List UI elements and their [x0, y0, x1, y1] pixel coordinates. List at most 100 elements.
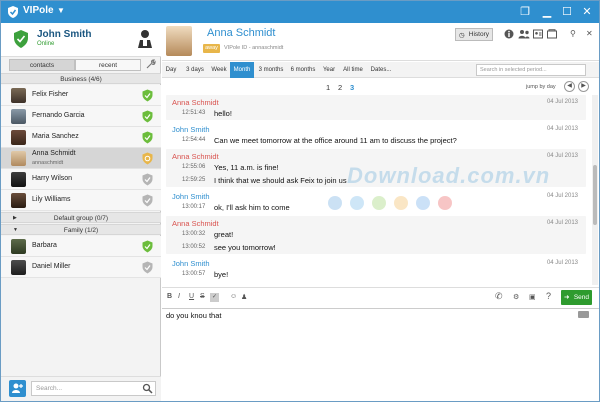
contact-maria-sanchez[interactable]: Maria Sanchez	[1, 127, 161, 148]
watermark-dot	[350, 196, 364, 210]
info-icon[interactable]	[504, 29, 514, 39]
contact-search-input[interactable]: Search...	[31, 381, 156, 396]
period-3-days[interactable]: 3 days	[182, 62, 208, 78]
contact-name: Lily Williams	[32, 196, 71, 203]
message-text[interactable]: ok, I'll ask him to come	[214, 203, 290, 212]
send-button[interactable]: ➜ Send	[561, 290, 592, 305]
page-2[interactable]: 2	[338, 83, 342, 92]
period-dates[interactable]: Dates...	[368, 62, 394, 78]
add-contact-icon	[12, 383, 23, 393]
message-text[interactable]: I think that we should ask Feix to join …	[214, 176, 347, 185]
message-date: 04 Jul 2013	[546, 126, 578, 132]
period-6-months[interactable]: 6 months	[288, 62, 318, 78]
contact-barbara[interactable]: Barbara	[1, 236, 161, 257]
contact-share-icon[interactable]: ♟	[241, 293, 247, 301]
keyboard-icon[interactable]	[578, 311, 589, 318]
next-day-icon[interactable]: ▶	[578, 81, 589, 92]
avatar	[11, 239, 26, 254]
my-profile[interactable]: John Smith Online	[1, 23, 161, 57]
group-business[interactable]: Business (4/6)	[1, 73, 161, 84]
file-transfer-icon[interactable]	[547, 29, 557, 39]
app-menu-chevron-icon[interactable]: ▼	[57, 6, 65, 15]
period-day[interactable]: Day	[162, 62, 180, 78]
settings-wrench-icon[interactable]	[146, 59, 156, 69]
prev-day-icon[interactable]: ◀	[564, 81, 575, 92]
group-default[interactable]: ▶ Default group (0/7)	[1, 212, 161, 223]
scrollbar-thumb[interactable]	[593, 165, 597, 225]
message-input[interactable]: do you knou that	[162, 308, 599, 401]
history-button[interactable]: ◷ History	[455, 28, 493, 41]
contact-avatar[interactable]	[166, 26, 192, 56]
contact-felix-fisher[interactable]: Felix Fisher	[1, 85, 161, 106]
message-text[interactable]: great!	[214, 230, 233, 239]
message-date: 04 Jul 2013	[546, 193, 578, 199]
message-time: 12:55:06	[182, 164, 206, 170]
avatar	[11, 260, 26, 275]
close-icon[interactable]: ✕	[579, 4, 595, 20]
group-chat-icon[interactable]	[518, 29, 530, 39]
my-status: Online	[37, 41, 55, 47]
period-week[interactable]: Week	[210, 62, 228, 78]
contact-card-icon[interactable]	[533, 29, 543, 39]
help-icon[interactable]: ?	[546, 291, 551, 301]
send-arrow-icon: ➜	[564, 294, 570, 301]
tab-recent[interactable]: recent	[75, 59, 141, 71]
message-group: Anna Schmidt 04 Jul 2013 13:00:32 great!…	[166, 216, 586, 254]
close-chat-icon[interactable]: ✕	[586, 29, 593, 38]
page-3[interactable]: 3	[350, 83, 354, 92]
page-1[interactable]: 1	[326, 83, 330, 92]
italic-button[interactable]: I	[178, 293, 180, 300]
file-transfer-toolbar-icon[interactable]: ⚙	[513, 293, 519, 301]
vipole-id: VIPole ID - annaschmidt	[224, 45, 284, 51]
contact-daniel-miller[interactable]: Daniel Miller	[1, 257, 161, 278]
offline-shield-icon	[142, 194, 153, 207]
period-month[interactable]: Month	[230, 62, 254, 78]
message-text[interactable]: Can we meet tomorrow at the office aroun…	[214, 136, 457, 145]
add-contact-button[interactable]	[9, 380, 26, 397]
period-3-months[interactable]: 3 months	[256, 62, 286, 78]
pin-icon[interactable]: ⚲	[570, 29, 576, 38]
search-icon[interactable]	[142, 383, 153, 394]
jump-by-day-label: jump by day	[526, 84, 556, 90]
contact-anna-schmidt[interactable]: Anna Schmidt annaschmidt	[1, 148, 161, 169]
chat-header: Anna Schmidt away VIPole ID - annaschmid…	[162, 23, 599, 61]
chat-scrollbar[interactable]	[592, 95, 598, 285]
contacts-panel: John Smith Online contacts recent Busine…	[1, 23, 161, 401]
period-year[interactable]: Year	[320, 62, 338, 78]
group-family[interactable]: ▼ Family (1/2)	[1, 224, 161, 235]
message-text[interactable]: hello!	[214, 109, 232, 118]
contact-harry-wilson[interactable]: Harry Wilson	[1, 169, 161, 190]
message-group: Anna Schmidt 04 Jul 2013 12:51:43 hello!	[166, 95, 586, 120]
message-text[interactable]: bye!	[214, 270, 228, 279]
message-date: 04 Jul 2013	[546, 99, 578, 105]
app-title[interactable]: VIPole	[23, 5, 54, 16]
spellcheck-icon[interactable]: ✓	[210, 293, 219, 302]
contacts-footer: Search...	[1, 376, 161, 401]
message-time: 12:54:44	[182, 137, 206, 143]
tab-contacts[interactable]: contacts	[9, 59, 75, 71]
avatar	[11, 109, 26, 124]
call-icon[interactable]: ✆	[495, 291, 503, 302]
minimize-icon[interactable]: ▁	[539, 4, 555, 20]
contact-fernando-garcia[interactable]: Fernando Garcia	[1, 106, 161, 127]
watermark-dot	[438, 196, 452, 210]
contact-lily-williams[interactable]: Lily Williams	[1, 190, 161, 211]
verified-shield-icon	[142, 110, 153, 123]
period-search-input[interactable]: Search in selected period...	[476, 64, 586, 76]
message-text[interactable]: Yes, 11 a.m. is fine!	[214, 163, 279, 172]
strikethrough-button[interactable]: S	[200, 293, 205, 300]
agent-icon[interactable]	[137, 29, 153, 49]
message-input-value: do you knou that	[166, 311, 222, 320]
expand-arrow-icon: ▶	[13, 215, 17, 221]
underline-button[interactable]: U	[189, 293, 194, 300]
message-text[interactable]: see you tomorrow!	[214, 243, 276, 252]
bold-button[interactable]: B	[167, 293, 172, 300]
period-all-time[interactable]: All time	[340, 62, 366, 78]
save-icon[interactable]: ▣	[529, 293, 536, 301]
offline-shield-icon	[142, 261, 153, 274]
message-date: 04 Jul 2013	[546, 220, 578, 226]
avatar	[11, 172, 26, 187]
maximize-icon[interactable]: ☐	[559, 4, 575, 20]
smiley-icon[interactable]: ☺	[230, 293, 237, 300]
restore-icon[interactable]: ❐	[517, 4, 533, 20]
